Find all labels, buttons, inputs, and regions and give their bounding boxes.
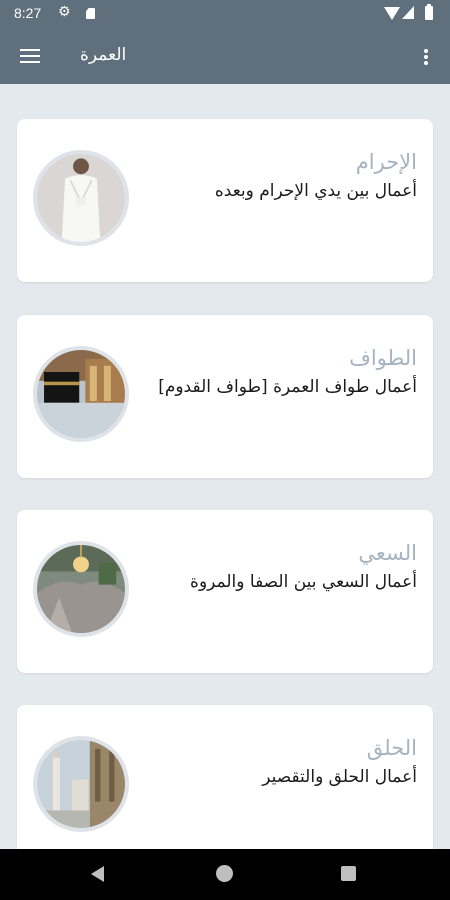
card-list[interactable]: الإحرام أعمال بين يدي الإحرام وبعده الطو… (0, 84, 450, 849)
ihram-image (33, 150, 129, 246)
card-title: الحلق (366, 736, 417, 760)
signal-icon (402, 6, 414, 19)
halq-image (33, 736, 129, 832)
status-bar: 8:27 ⚙ (0, 0, 450, 28)
card-description: أعمال بين يدي الإحرام وبعده (214, 181, 417, 201)
card-tawaf[interactable]: الطواف أعمال طواف العمرة [طواف القدوم] (17, 315, 433, 478)
card-title: الطواف (349, 346, 417, 370)
wifi-icon (384, 7, 400, 20)
card-title: الإحرام (355, 150, 417, 174)
card-text: الطواف أعمال طواف العمرة [طواف القدوم] (157, 343, 417, 401)
card-halq[interactable]: الحلق أعمال الحلق والتقصير (17, 705, 433, 849)
tawaf-image (33, 346, 129, 442)
sd-card-icon (86, 8, 95, 19)
page-title: العمرة (80, 45, 127, 65)
status-time: 8:27 (14, 5, 42, 21)
saee-image (33, 541, 129, 637)
card-ihram[interactable]: الإحرام أعمال بين يدي الإحرام وبعده (17, 119, 433, 282)
gear-icon: ⚙ (58, 4, 71, 20)
card-saee[interactable]: السعي أعمال السعي بين الصفا والمروة (17, 510, 433, 673)
card-text: الإحرام أعمال بين يدي الإحرام وبعده (157, 147, 417, 205)
navigation-bar (0, 849, 450, 900)
card-title: السعي (358, 541, 417, 565)
back-icon[interactable] (91, 866, 104, 882)
recents-icon[interactable] (341, 866, 356, 881)
app-bar: العمرة (0, 28, 450, 84)
battery-icon (425, 4, 433, 20)
card-description: أعمال طواف العمرة [طواف القدوم] (158, 377, 417, 397)
home-icon[interactable] (216, 865, 233, 882)
card-description: أعمال السعي بين الصفا والمروة (190, 572, 417, 592)
card-text: السعي أعمال السعي بين الصفا والمروة (157, 538, 417, 596)
menu-icon[interactable] (14, 42, 44, 70)
card-description: أعمال الحلق والتقصير (262, 767, 417, 787)
card-text: الحلق أعمال الحلق والتقصير (157, 733, 417, 791)
more-vert-icon[interactable] (412, 42, 440, 70)
